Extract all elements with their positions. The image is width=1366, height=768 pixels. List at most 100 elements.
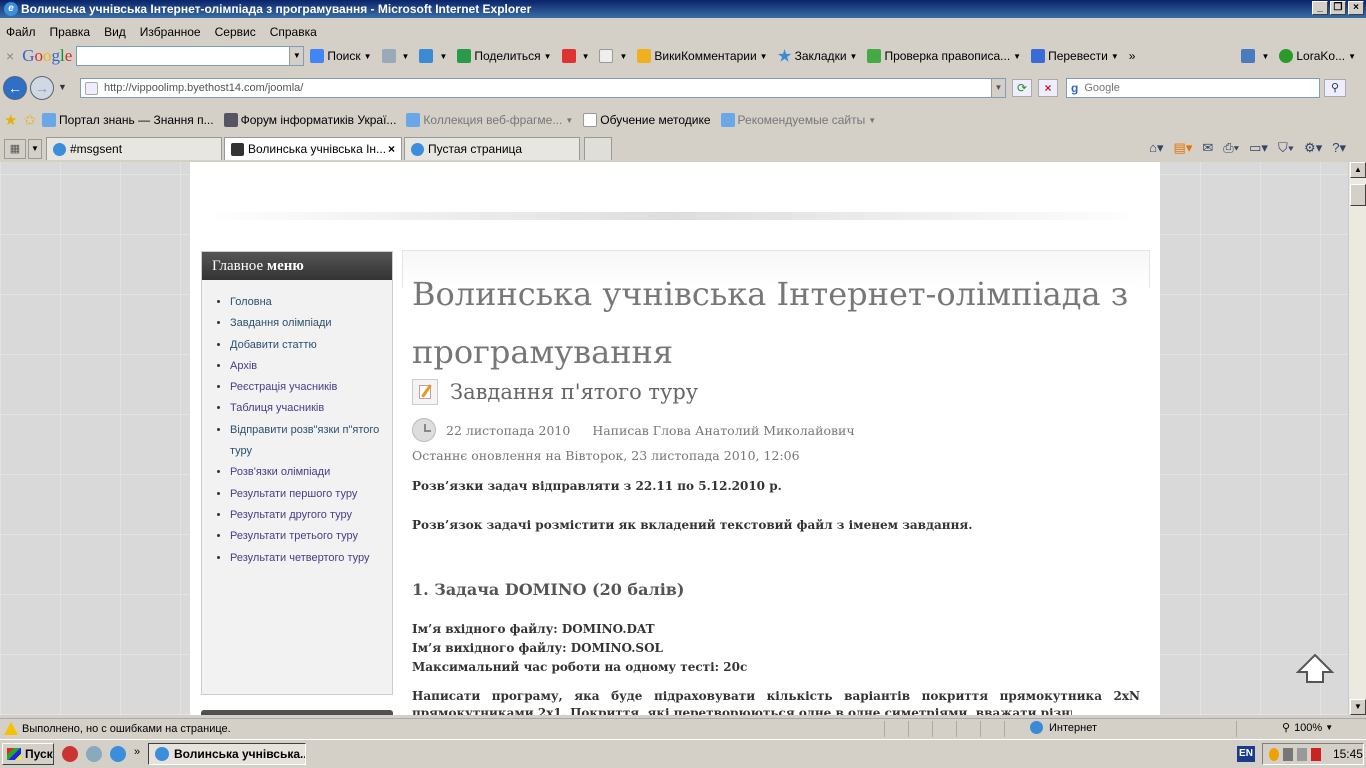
menu-link-archive[interactable]: Архів <box>230 360 257 372</box>
taskbar: Пуск » Волинська учнівська... EN 15:45 <box>0 739 1366 768</box>
scroll-down-button[interactable]: ▼ <box>1350 699 1366 715</box>
menu-link-results-3[interactable]: Результати третього туру <box>230 530 358 542</box>
search-button[interactable]: Поиск ▼ <box>310 49 372 63</box>
menu-link-results-2[interactable]: Результати другого туру <box>230 509 352 521</box>
autofill-button[interactable]: ▼ <box>599 49 627 63</box>
map-button[interactable]: ▼ <box>381 49 409 63</box>
menu-help[interactable]: Справка <box>270 25 317 39</box>
tab-olympiad[interactable]: Волинська учнівська Ін... × <box>224 137 402 160</box>
menu-view[interactable]: Вид <box>104 25 126 39</box>
scroll-to-top-icon[interactable] <box>1296 652 1334 686</box>
start-button[interactable]: Пуск <box>2 743 54 765</box>
favorite-link[interactable]: Рекомендуемые сайты ▼ <box>720 113 876 127</box>
back-button[interactable]: ← <box>3 76 27 100</box>
menu-link-submit-solutions[interactable]: Відправити розв"язки п"ятого туру <box>230 424 379 457</box>
quick-launch-more[interactable]: » <box>134 746 140 762</box>
favorite-link[interactable]: Обучение методике <box>583 113 711 127</box>
wrench-button[interactable]: ▼ <box>1241 49 1269 63</box>
favorite-link[interactable]: Форум інформатиків Украї... <box>223 113 396 127</box>
network-icon[interactable] <box>1282 747 1293 761</box>
search-go-button[interactable]: ⚲ <box>1324 79 1346 97</box>
volume-icon[interactable] <box>1296 747 1307 761</box>
menu-link-participants[interactable]: Таблиця учасників <box>230 402 324 414</box>
edit-article-icon[interactable] <box>412 379 438 405</box>
ie-quicklaunch-icon[interactable] <box>110 746 126 762</box>
menu-link-solutions[interactable]: Розв'язки олімпіади <box>230 466 330 478</box>
toolbar-more-button[interactable]: » <box>1129 49 1136 63</box>
tab-close-icon[interactable]: × <box>388 142 395 156</box>
google-search-input[interactable]: ▼ <box>76 46 305 66</box>
share-button[interactable]: Поделиться ▼ <box>457 49 552 63</box>
menu-link-registration[interactable]: Реєстрація учасників <box>230 381 337 393</box>
menu-file[interactable]: Файл <box>6 25 36 39</box>
address-dropdown[interactable]: ▼ <box>991 79 1005 97</box>
translate-button[interactable]: Перевести ▼ <box>1031 49 1119 63</box>
tab-list-dropdown[interactable]: ▼ <box>28 139 42 159</box>
plus-button[interactable]: ▼ <box>419 49 447 63</box>
quick-tabs-icon[interactable]: ▦ <box>4 139 26 159</box>
task-description-cont: прямокутниками 2x1. Покриття, які перетв… <box>412 706 1072 715</box>
address-input[interactable]: http://vippoolimp.byethost14.com/joomla/… <box>80 78 1006 98</box>
status-segment <box>1004 721 1026 737</box>
stop-button[interactable]: × <box>1038 79 1058 97</box>
print-icon[interactable]: ⎙▾ <box>1223 140 1239 156</box>
forward-button[interactable]: → <box>30 76 54 100</box>
close-button[interactable]: × <box>1348 1 1364 15</box>
menu-link-results-4[interactable]: Результати четвертого туру <box>230 552 369 564</box>
help-icon[interactable]: ?▾ <box>1332 140 1346 156</box>
bookmarks-button[interactable]: Закладки ▼ <box>777 49 857 63</box>
home-icon[interactable]: ⌂▾ <box>1149 140 1163 156</box>
vertical-scrollbar[interactable]: ▲ ▼ <box>1348 162 1366 715</box>
rss-icon[interactable]: ▤▾ <box>1174 140 1193 156</box>
menu-favorites[interactable]: Избранное <box>140 25 201 39</box>
status-segment <box>884 721 906 737</box>
mail-icon[interactable]: ✉ <box>1202 140 1213 156</box>
update-icon[interactable] <box>1310 747 1321 761</box>
add-favorite-icon[interactable]: ✩ <box>23 111 36 129</box>
spellcheck-button[interactable]: Проверка правописа... ▼ <box>867 49 1021 63</box>
live-search-input[interactable]: g Google <box>1066 78 1320 98</box>
translate-icon <box>1031 49 1046 63</box>
google-search-dropdown[interactable]: ▼ <box>289 47 304 65</box>
warning-icon[interactable] <box>4 722 18 735</box>
tab-blank-page[interactable]: Пустая страница <box>404 137 580 160</box>
scroll-thumb[interactable] <box>1350 184 1366 206</box>
favorites-star-icon[interactable]: ★ <box>4 111 17 129</box>
main-content: Волинська учнівська Інтернет-олімпіада з… <box>402 250 1150 715</box>
maximize-button[interactable]: ❐ <box>1330 1 1346 15</box>
refresh-button[interactable]: ⟳ <box>1012 79 1032 97</box>
menu-link-add-article[interactable]: Добавити статтю <box>230 339 317 351</box>
menu-tools[interactable]: Сервис <box>215 25 256 39</box>
minimize-button[interactable]: _ <box>1312 1 1328 15</box>
page-menu-icon[interactable]: ▭▾ <box>1249 140 1268 156</box>
page-column: Главное меню Головна Завдання олімпіади … <box>190 162 1160 715</box>
desktop-icon[interactable] <box>86 746 102 762</box>
clock-icon <box>412 418 436 442</box>
opera-icon[interactable] <box>62 746 78 762</box>
new-tab-button[interactable] <box>584 137 612 160</box>
page-viewport: Главное меню Головна Завдання олімпіади … <box>0 162 1348 715</box>
menu-link-home[interactable]: Головна <box>230 296 272 308</box>
status-segment <box>932 721 954 737</box>
favorite-link[interactable]: Портал знань — Знання п... <box>42 113 214 127</box>
user-account-button[interactable]: LoraKo... ▼ <box>1279 49 1356 63</box>
safety-icon[interactable]: ⛉▾ <box>1278 140 1294 156</box>
history-dropdown[interactable]: ▼ <box>58 82 67 92</box>
menu-link-tasks[interactable]: Завдання олімпіади <box>230 317 332 329</box>
google-toolbar: × Google ▼ Поиск ▼ ▼ ▼ Поделиться ▼ ▼ ▼ Ви… <box>0 43 1366 69</box>
scroll-up-button[interactable]: ▲ <box>1350 162 1366 178</box>
protected-mode-icon[interactable] <box>1236 721 1276 737</box>
user-status-icon <box>1279 49 1294 63</box>
wiki-comments-button[interactable]: ВикиКомментарии ▼ <box>637 49 768 63</box>
zoom-button[interactable]: ⚲ 100% ▼ <box>1282 721 1333 735</box>
menu-edit[interactable]: Правка <box>50 25 91 39</box>
toolbar-close-icon[interactable]: × <box>6 48 14 64</box>
tray-app-icon[interactable] <box>1269 747 1279 761</box>
menu-link-results-1[interactable]: Результати першого туру <box>230 488 357 500</box>
popup-blocker-button[interactable]: ▼ <box>561 49 589 63</box>
tools-gear-icon[interactable]: ⚙▾ <box>1304 140 1322 156</box>
tab-msgsent[interactable]: #msgsent <box>46 137 222 160</box>
language-indicator[interactable]: EN <box>1237 746 1255 762</box>
favorite-link[interactable]: Коллекция веб-фрагме... ▼ <box>406 113 573 127</box>
taskbar-ie-window[interactable]: Волинська учнівська... <box>148 743 306 765</box>
